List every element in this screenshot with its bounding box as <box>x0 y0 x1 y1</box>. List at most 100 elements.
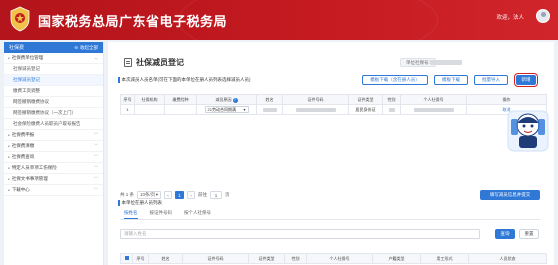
page-number-current[interactable]: 1 <box>175 191 185 199</box>
goto-prefix: 前往 <box>198 192 208 197</box>
col-header: 缴费险种 <box>164 94 197 105</box>
search-input[interactable]: 请输入姓名 <box>120 229 480 239</box>
col-header: 社保机构 <box>134 94 165 105</box>
reset-button[interactable]: 重置 <box>519 229 539 239</box>
col-header: 姓名 <box>256 94 283 105</box>
redacted-id-number <box>295 107 336 112</box>
col-header: 性别 <box>284 253 307 264</box>
search-button[interactable]: 查询 <box>495 229 515 239</box>
page-title-text: 社保减员登记 <box>136 58 184 67</box>
sidebar-title: 社保费 <box>9 45 25 51</box>
chevron-down-icon: ﹀ <box>94 143 98 148</box>
section-reduce-list-label: 本次减员人员名单(可在下面的本单位在册人员列表选择减员人员) <box>118 77 251 83</box>
prev-page-button[interactable]: ‹ <box>164 191 173 199</box>
sidebar-item-declare[interactable]: 社保费申报﹀ <box>4 130 103 141</box>
cell-social-id <box>400 104 467 115</box>
col-header-reason: 减员原因? <box>196 94 257 105</box>
col-header: 序号 <box>132 253 149 264</box>
table-row: 1 21劳动合同期满 ▾ 居民身份证 取消 <box>120 104 547 115</box>
next-page-button[interactable]: › <box>187 191 196 199</box>
col-header: 证件类型 <box>348 94 383 105</box>
collapse-all-label: 收起全部 <box>80 44 98 50</box>
select-all-checkbox[interactable] <box>120 253 133 264</box>
top-header: 国家税务总局广东省电子税务局 欢迎，法人 <box>0 0 558 40</box>
sidebar-item-documents[interactable]: 社保文书事项管理﹀ <box>4 174 103 185</box>
chevron-down-icon: ﹀ <box>94 187 98 192</box>
section-registered-staff-label: 本单位在册人员列表 <box>118 200 163 206</box>
chevron-down-icon: ﹀ <box>94 165 98 170</box>
checkbox-icon <box>124 256 129 260</box>
sidebar-item-unit-management[interactable]: 社保费单位管理︿ <box>4 53 103 64</box>
tab-divider <box>120 219 540 220</box>
table-empty-row <box>121 115 547 177</box>
reason-select-value: 21劳动合同期满 <box>207 106 236 112</box>
table-header-row: 序号 姓名 证件号码 证件类型 性别 个人社保号 户籍类型 用工形式 人员状态 <box>120 253 547 264</box>
add-button[interactable]: 新增 <box>514 73 538 87</box>
sidebar-item-agreement-onsite[interactable]: 网签撤销缴费协议（一次上门） <box>4 108 103 119</box>
col-header: 证件号码 <box>182 253 249 264</box>
registered-staff-table: 序号 姓名 证件号码 证件类型 性别 个人社保号 户籍类型 用工形式 人员状态 <box>120 253 547 264</box>
welcome-text: 欢迎，法人 <box>496 15 524 21</box>
batch-import-button[interactable]: 批量导入 <box>474 75 508 85</box>
document-icon <box>124 58 132 67</box>
chevron-down-icon: ▾ <box>155 192 159 197</box>
row-index: 1 <box>120 104 135 115</box>
col-header: 人员状态 <box>468 253 547 264</box>
sidebar-item-settle[interactable]: 社保费清缴﹀ <box>4 141 103 152</box>
redacted-gender <box>388 107 395 112</box>
redacted-social-id <box>413 107 454 112</box>
sidebar-item-downloads[interactable]: 下载中心﹀ <box>4 185 103 196</box>
help-icon[interactable]: ? <box>232 97 238 103</box>
main-panel: 社保减员登记 单位社保号: 本次减员人员名单(可在下面的本单位在册人员列表选择减… <box>108 42 554 265</box>
col-header: 户籍类型 <box>372 253 421 264</box>
pager-total: 共 1 条 <box>120 192 135 197</box>
tab-by-name[interactable]: 按姓名 <box>124 210 138 219</box>
reduce-staff-table: 序号 社保机构 缴费险种 减员原因? 姓名 证件号码 证件类型 性别 个人社保号… <box>120 94 547 177</box>
chevron-left-icon: ‹ <box>167 192 169 198</box>
col-header: 序号 <box>120 94 135 105</box>
sidebar-header: 社保费 ⊖ 收起全部 <box>4 42 103 53</box>
template-download-with-staff-button[interactable]: 模板下载（含在册人员） <box>362 75 428 85</box>
col-header: 用工形式 <box>420 253 469 264</box>
cell-agency <box>134 104 165 115</box>
page-title: 社保减员登记 <box>124 57 184 68</box>
page-size-select[interactable]: 10条/页 ▾ <box>137 191 162 199</box>
col-header: 证件类型 <box>248 253 285 264</box>
sidebar-item-agreement[interactable]: 网签撤销缴费协议 <box>4 97 103 108</box>
col-header: 性别 <box>382 94 401 105</box>
sidebar-item-report[interactable]: 社会保险缴费人员职员户取号报告 <box>4 119 103 130</box>
chevron-down-icon: ﹀ <box>94 176 98 181</box>
sidebar-item-add-staff[interactable]: 社保减员登记 <box>4 64 103 75</box>
col-header: 证件号码 <box>282 94 349 105</box>
col-header: 操作 <box>466 94 547 105</box>
cell-reason: 21劳动合同期满 ▾ <box>196 104 257 115</box>
col-header: 个人社保号 <box>306 253 373 264</box>
user-avatar[interactable] <box>536 9 550 23</box>
org-social-id-value <box>430 60 462 65</box>
sidebar-item-injury[interactable]: 特定人员单项工伤保险﹀ <box>4 163 103 174</box>
site-title: 国家税务总局广东省电子税务局 <box>38 14 228 29</box>
tax-bureau-emblem-icon <box>10 6 30 32</box>
collapse-all-button[interactable]: ⊖ 收起全部 <box>74 45 98 51</box>
sidebar: 社保费 ⊖ 收起全部 社保费单位管理︿ 社保减员登记 社保减员登记 缴费工资调整… <box>4 42 104 265</box>
tab-by-social-id[interactable]: 按个人社保号 <box>184 210 211 219</box>
chevron-down-icon: ▾ <box>243 107 246 112</box>
sidebar-item-query[interactable]: 社保费查询﹀ <box>4 152 103 163</box>
collapse-icon: ⊖ <box>74 44 78 50</box>
cell-gender <box>382 104 401 115</box>
cell-id-type: 居民身份证 <box>348 104 383 115</box>
fill-and-submit-button[interactable]: 填写减员信息并提交 <box>480 190 540 200</box>
reason-select[interactable]: 21劳动合同期满 ▾ <box>204 106 249 113</box>
tab-by-id-number[interactable]: 按证件号码 <box>150 210 173 219</box>
goto-page-input[interactable]: 1 <box>210 191 223 199</box>
sidebar-item-reduce-staff[interactable]: 社保减员登记 <box>4 75 103 86</box>
search-tabs: 按姓名 按证件号码 按个人社保号 <box>124 210 211 219</box>
template-download-button[interactable]: 模板下载 <box>434 75 468 85</box>
chevron-right-icon: › <box>190 192 192 198</box>
sidebar-item-wage-adjust[interactable]: 缴费工资调整 <box>4 86 103 97</box>
assistant-mascot-icon[interactable] <box>506 105 550 157</box>
goto-suffix: 页 <box>225 192 230 197</box>
table-header-row: 序号 社保机构 缴费险种 减员原因? 姓名 证件号码 证件类型 性别 个人社保号… <box>120 94 547 105</box>
cell-insurance <box>164 104 197 115</box>
col-header: 姓名 <box>148 253 183 264</box>
